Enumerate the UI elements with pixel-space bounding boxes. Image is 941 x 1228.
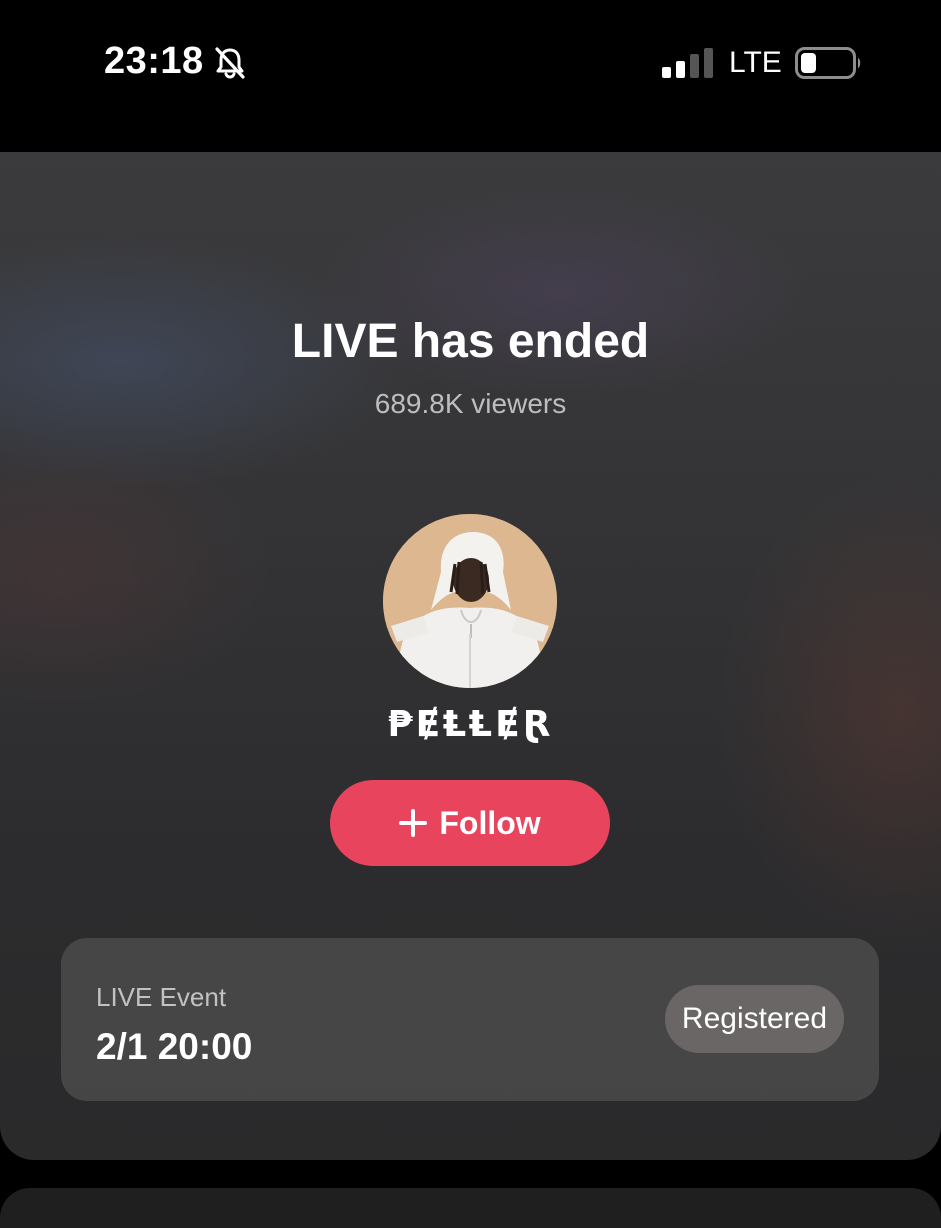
follow-button[interactable]: Follow <box>330 780 610 866</box>
bell-slash-icon <box>215 47 245 79</box>
avatar[interactable] <box>383 514 557 688</box>
registered-button[interactable]: Registered <box>664 985 844 1053</box>
status-time: 23:18 <box>104 40 204 82</box>
signal-icon <box>662 48 713 78</box>
follow-label: Follow <box>439 804 541 841</box>
bottom-sheet-edge <box>0 1188 941 1228</box>
live-ended-card: LIVE has ended 689.8K viewers ₱ɆⱠⱠɆⱤ Fol… <box>0 152 941 1160</box>
status-bar: 23:18 LTE <box>0 0 941 152</box>
event-label: LIVE Event <box>96 982 227 1012</box>
page-title: LIVE has ended <box>291 315 650 368</box>
plus-icon <box>399 809 428 837</box>
viewers-count: 689.8K viewers <box>374 388 567 419</box>
live-event-card: LIVE Event 2/1 20:00 Registered <box>61 938 879 1101</box>
battery-icon <box>795 47 861 79</box>
host-photo <box>383 514 557 688</box>
host-name[interactable]: ₱ɆⱠⱠɆⱤ <box>0 704 941 745</box>
event-time: 2/1 20:00 <box>96 1026 253 1067</box>
network-label: LTE <box>729 46 782 79</box>
